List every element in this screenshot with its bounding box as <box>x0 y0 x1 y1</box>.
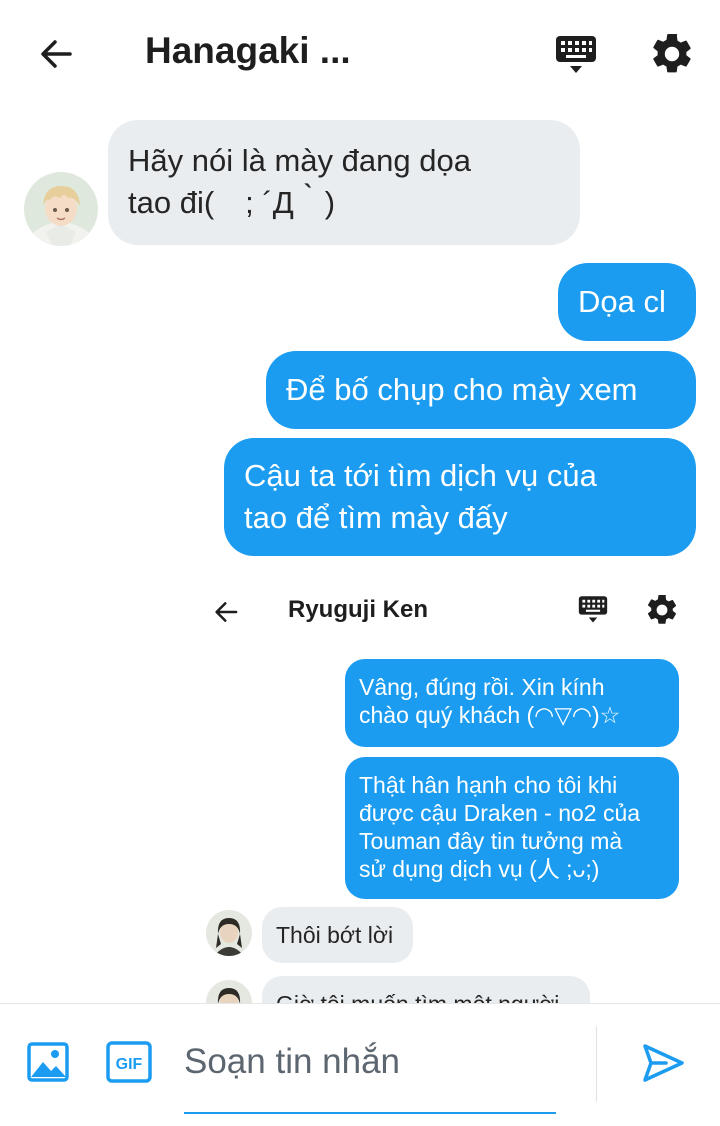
message-text: Dọa cl <box>578 284 666 319</box>
message-bubble-outgoing[interactable]: Cậu ta tới tìm dịch vụ của tao để tìm mà… <box>224 438 696 556</box>
chat-title: Hanagaki ... <box>145 30 351 71</box>
message-bubble-outgoing[interactable]: Để bố chụp cho mày xem <box>266 351 696 429</box>
message-text: Hãy nói là mày đang dọa <box>128 143 471 178</box>
image-icon <box>27 1042 69 1082</box>
gif-button[interactable]: GIF <box>106 1040 152 1084</box>
message-bubble-outgoing[interactable]: Dọa cl <box>558 263 696 341</box>
back-button[interactable] <box>34 32 78 76</box>
avatar <box>206 910 252 956</box>
message-text: chào quý khách (◠▽◠)☆ <box>359 702 621 728</box>
avatar-image <box>24 172 98 246</box>
message-text: Để bố chụp cho mày xem <box>286 372 638 407</box>
message-text: được cậu Draken - no2 của <box>359 800 641 826</box>
gear-icon <box>647 594 677 624</box>
message-input-placeholder: Soạn tin nhắn <box>184 1042 401 1081</box>
message-text: Thật hân hạnh cho tôi khi <box>359 772 618 798</box>
message-text: Thôi bớt lời <box>276 922 394 948</box>
keyboard-button[interactable] <box>552 30 600 78</box>
gif-icon: GIF <box>106 1041 152 1083</box>
embedded-message-incoming: Thôi bớt lời <box>262 907 413 963</box>
message-text: Vâng, đúng rồi. Xin kính <box>359 674 605 700</box>
embedded-message-outgoing: Thật hân hạnh cho tôi khi được cậu Drake… <box>345 757 679 899</box>
embedded-settings <box>644 592 680 628</box>
message-text: tao để tìm mày đấy <box>244 500 508 535</box>
image-button[interactable] <box>26 1040 70 1084</box>
message-text: Touman đây tin tưởng mà <box>359 828 623 854</box>
message-text: tao đi( ; ´Д｀) <box>128 185 336 220</box>
keyboard-icon <box>578 596 608 623</box>
avatar[interactable] <box>24 172 98 246</box>
message-text: Cậu ta tới tìm dịch vụ của <box>244 458 597 493</box>
top-bar: Hanagaki ... <box>0 0 720 108</box>
send-button[interactable] <box>640 1040 686 1086</box>
composer-bar: GIF Soạn tin nhắn <box>0 1003 720 1126</box>
message-bubble-incoming[interactable]: Hãy nói là mày đang dọa tao đi( ; ´Д｀) <box>108 120 580 245</box>
avatar-image <box>206 910 252 956</box>
embedded-chat-title: Ryuguji Ken <box>288 596 429 623</box>
keyboard-icon <box>556 36 596 73</box>
message-text: sử dụng dịch vụ (人 ;ᴗ;) <box>359 856 600 882</box>
send-icon <box>643 1044 684 1082</box>
gif-label: GIF <box>116 1056 143 1073</box>
settings-button[interactable] <box>648 30 696 78</box>
back-arrow-icon <box>41 40 72 68</box>
gear-icon <box>653 33 691 73</box>
divider <box>596 1026 597 1102</box>
embedded-keyboard <box>576 592 610 626</box>
message-input[interactable]: Soạn tin nhắn <box>184 1034 556 1114</box>
back-arrow-icon <box>215 602 238 622</box>
embedded-back-button <box>208 594 244 630</box>
embedded-message-outgoing: Vâng, đúng rồi. Xin kính chào quý khách … <box>345 659 679 747</box>
